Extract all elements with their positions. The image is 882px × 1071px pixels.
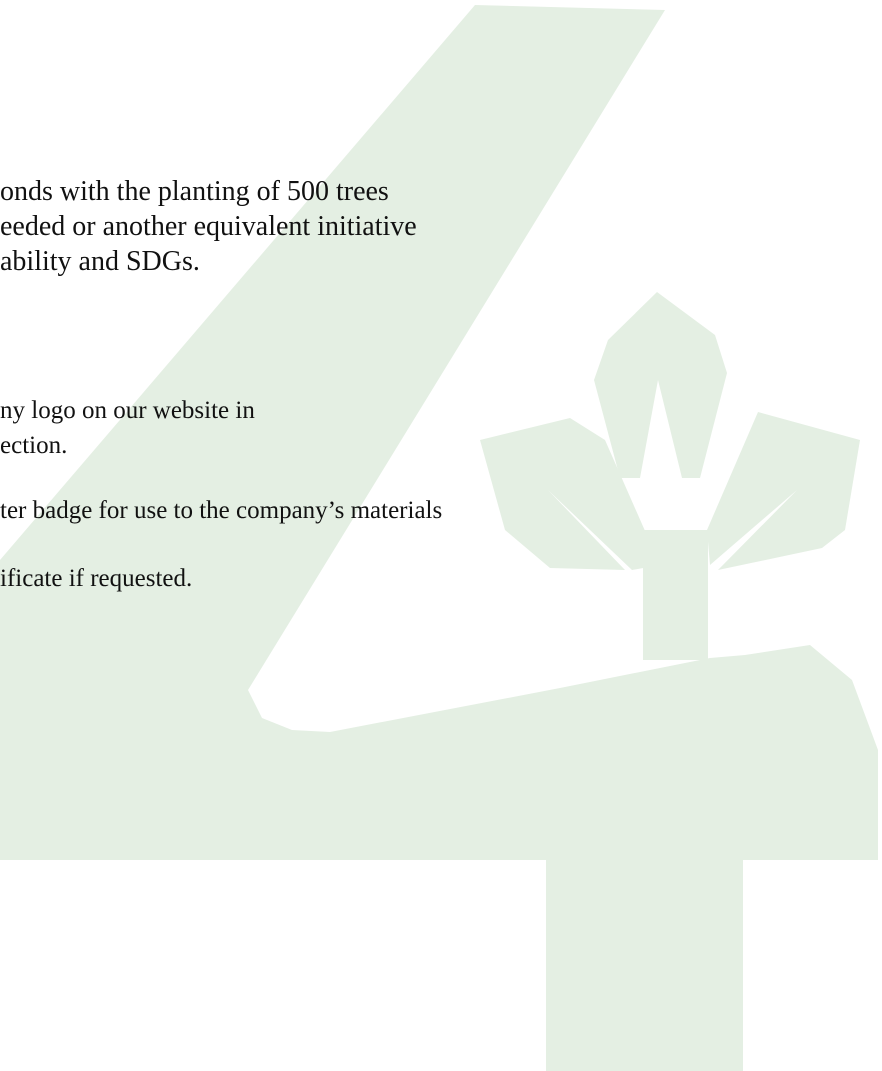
text-line-4: ny logo on our website in xyxy=(0,397,255,424)
text-line-2: eeded or another equivalent initiative xyxy=(0,211,417,242)
text-line-1: onds with the planting of 500 trees xyxy=(0,176,389,207)
watermark-center-leaf xyxy=(594,292,727,478)
document-page: onds with the planting of 500 trees eede… xyxy=(0,0,882,1071)
watermark-four-plant-icon xyxy=(0,5,878,1071)
text-line-5: ection. xyxy=(0,432,68,459)
text-line-7: ificate if requested. xyxy=(0,565,193,592)
watermark-four-stem xyxy=(546,855,743,1071)
text-line-6: ter badge for use to the company’s mater… xyxy=(0,497,443,524)
watermark-right-leaf xyxy=(707,412,860,570)
text-line-3: ability and SDGs. xyxy=(0,246,200,277)
